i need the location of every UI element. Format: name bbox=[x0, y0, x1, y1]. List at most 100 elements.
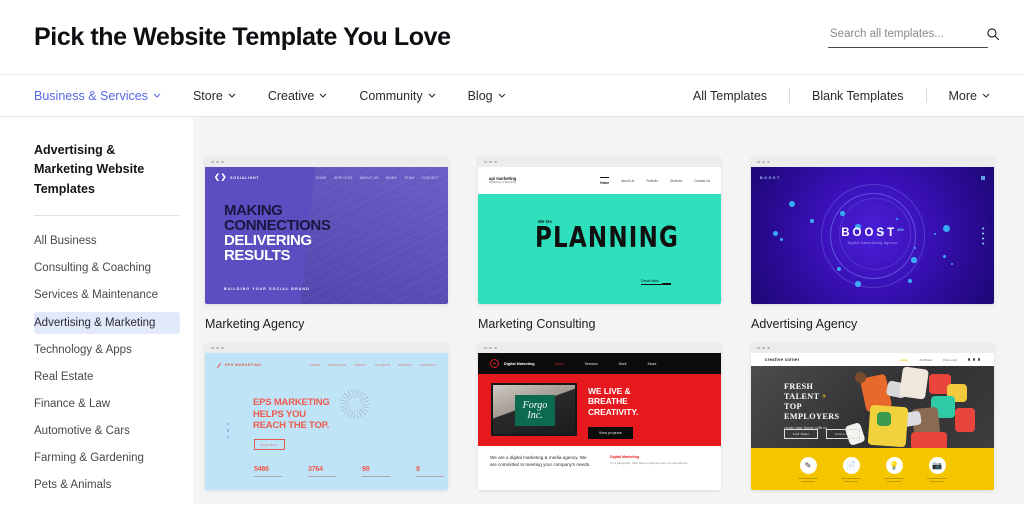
search-icon[interactable] bbox=[986, 27, 1000, 41]
template-card-creative-corner[interactable]: creative corner Home Job Board Post a Jo… bbox=[751, 343, 994, 517]
template-grid: ❮❯ SOCIALIGHT HOME SERVICES ABOUT US WOR… bbox=[205, 157, 994, 517]
preview-cta-button: Find a Job bbox=[826, 429, 860, 439]
sidebar-item-real-estate[interactable]: Real Estate bbox=[34, 366, 180, 389]
preview-stat-underline bbox=[254, 476, 282, 477]
pencil-icon: ✎ bbox=[799, 457, 817, 474]
monitor-logo: Forgo Inc. bbox=[515, 395, 555, 426]
preview-nav-item: Home bbox=[899, 357, 908, 362]
sidebar-item-advertising-marketing[interactable]: Advertising & Marketing bbox=[34, 311, 180, 335]
preview-stat-number: 5486 bbox=[254, 466, 269, 474]
dot-icon bbox=[227, 429, 230, 432]
preview-nav-item: SERVICES bbox=[333, 175, 353, 180]
preview-stat: 5486 bbox=[254, 466, 282, 477]
template-preview-frame[interactable]: BOOST BOOST360 Digital Advertising Agenc bbox=[751, 157, 994, 304]
photo-bag-shape bbox=[867, 404, 909, 448]
browser-dot-icon bbox=[494, 346, 497, 350]
sidebar-item-label: Technology & Apps bbox=[34, 343, 132, 356]
browser-dot-icon bbox=[494, 160, 497, 164]
sidebar-item-consulting-coaching[interactable]: Consulting & Coaching bbox=[34, 257, 180, 280]
preview-stat-number: 98 bbox=[362, 466, 370, 474]
nav-item-community[interactable]: Community bbox=[359, 89, 435, 103]
preview-cta-button: View projects bbox=[588, 427, 633, 439]
nav-item-business-services[interactable]: Business & Services bbox=[34, 89, 161, 103]
template-preview-frame[interactable]: api marketing Marketing & Branding Home … bbox=[478, 157, 721, 304]
preview-nav-item: Services bbox=[584, 361, 598, 366]
template-card-marketing-agency[interactable]: ❮❯ SOCIALIGHT HOME SERVICES ABOUT US WOR… bbox=[205, 157, 448, 331]
template-card-digital-marketing[interactable]: Digital Marketing Home Services Work Abo… bbox=[478, 343, 721, 517]
preview-headline-line: TALENT + bbox=[784, 392, 839, 402]
sidebar-item-technology-apps[interactable]: Technology & Apps bbox=[34, 339, 180, 362]
nav-item-blog[interactable]: Blog bbox=[468, 89, 506, 103]
browser-dot-icon bbox=[216, 346, 219, 350]
chevron-down-icon bbox=[982, 93, 990, 98]
template-preview-frame[interactable]: ❮❯ SOCIALIGHT HOME SERVICES ABOUT US WOR… bbox=[205, 157, 448, 304]
preview-stat: 9 bbox=[416, 466, 444, 477]
preview-nav-item: Portfolio bbox=[646, 178, 658, 183]
preview-stat-underline bbox=[308, 476, 336, 477]
search-box[interactable] bbox=[828, 26, 1000, 48]
browser-chrome bbox=[205, 157, 448, 167]
browser-dot-icon bbox=[757, 346, 760, 350]
sidebar-item-finance-law[interactable]: Finance & Law bbox=[34, 393, 180, 416]
preview-stat-underline bbox=[362, 476, 390, 477]
browser-dot-icon bbox=[211, 160, 214, 164]
search-input[interactable] bbox=[828, 26, 986, 41]
dot-icon bbox=[982, 242, 984, 244]
facebook-icon bbox=[967, 358, 971, 361]
preview-navbar: creative corner Home Job Board Post a Jo… bbox=[751, 353, 994, 366]
template-card-label: Marketing Agency bbox=[205, 317, 305, 331]
nav-item-store[interactable]: Store bbox=[193, 89, 236, 103]
preview-nav-item: WORK bbox=[385, 175, 398, 180]
preview-headline-word: TALENT bbox=[784, 391, 820, 401]
sidebar-item-services-maintenance[interactable]: Services & Maintenance bbox=[34, 284, 180, 307]
preview-headline: PLANNING bbox=[535, 222, 680, 255]
preview-social-icons bbox=[967, 358, 980, 361]
camera-icon: 📷 bbox=[928, 457, 946, 474]
preview-cta-button: Find Talent bbox=[784, 429, 819, 439]
preview-cta-button: Read More bbox=[254, 439, 285, 450]
nav-item-blank-templates[interactable]: Blank Templates bbox=[812, 89, 904, 103]
template-card-eps-marketing[interactable]: EPS MARKETING HOME SERVICES ABOUT CLIENT… bbox=[205, 343, 448, 517]
template-card-advertising-agency[interactable]: BOOST BOOST360 Digital Advertising Agenc bbox=[751, 157, 994, 331]
browser-chrome bbox=[478, 343, 721, 353]
nav-item-all-templates[interactable]: All Templates bbox=[693, 89, 767, 103]
preview-headline: BOOST360 Digital Advertising Agency bbox=[841, 227, 904, 245]
sidebar-item-pets-animals[interactable]: Pets & Animals bbox=[34, 474, 180, 497]
preview-lower-section: We are a digital marketing & media agenc… bbox=[478, 446, 721, 469]
dot-icon bbox=[982, 227, 984, 229]
template-preview-frame[interactable]: EPS MARKETING HOME SERVICES ABOUT CLIENT… bbox=[205, 343, 448, 490]
nav-item-label: More bbox=[948, 88, 977, 103]
sidebar-item-farming-gardening[interactable]: Farming & Gardening bbox=[34, 447, 180, 470]
preview-feature-text: Digital Marketing I'm a paragraph. Click… bbox=[610, 455, 688, 469]
decorative-particle bbox=[789, 201, 795, 207]
preview-title-superscript: 360 bbox=[897, 226, 904, 232]
sidebar-item-automotive-cars[interactable]: Automotive & Cars bbox=[34, 420, 180, 443]
nav-item-creative[interactable]: Creative bbox=[268, 89, 328, 103]
preview-monitor-graphic: Forgo Inc. bbox=[491, 383, 577, 436]
sidebar-item-all-business[interactable]: All Business bbox=[34, 230, 180, 253]
preview-nav-item: Work bbox=[618, 361, 627, 366]
preview-stat-number: 9 bbox=[416, 466, 420, 474]
category-navbar: Business & Services Store Creative Commu… bbox=[0, 74, 1024, 117]
sidebar-item-label: Farming & Gardening bbox=[34, 452, 144, 465]
preview-stat-number: 3764 bbox=[308, 466, 323, 474]
preview-nav-item: CLIENTS bbox=[374, 363, 391, 367]
sidebar-item-label: Pets & Animals bbox=[34, 479, 112, 492]
browser-dot-icon bbox=[221, 160, 224, 164]
preview-stats-row: 5486 3764 98 9 bbox=[254, 466, 444, 477]
nav-item-label: Creative bbox=[267, 88, 315, 103]
preview-headline-plus: + bbox=[821, 391, 827, 401]
template-card-marketing-consulting[interactable]: api marketing Marketing & Branding Home … bbox=[478, 157, 721, 331]
template-screenshot: BOOST BOOST360 Digital Advertising Agenc bbox=[751, 167, 994, 304]
template-preview-frame[interactable]: Digital Marketing Home Services Work Abo… bbox=[478, 343, 721, 490]
preview-nav-item: Home bbox=[554, 361, 564, 366]
decorative-particle bbox=[934, 233, 937, 236]
sidebar-item-label: Finance & Law bbox=[34, 397, 111, 410]
decorative-particle bbox=[810, 219, 814, 223]
icon-label-line bbox=[884, 478, 904, 479]
browser-dot-icon bbox=[484, 160, 487, 164]
preview-headline-line: EPS MARKETING bbox=[253, 397, 330, 408]
nav-item-more[interactable]: More bbox=[949, 89, 990, 103]
template-preview-frame[interactable]: creative corner Home Job Board Post a Jo… bbox=[751, 343, 994, 490]
icon-label-line bbox=[844, 480, 858, 482]
